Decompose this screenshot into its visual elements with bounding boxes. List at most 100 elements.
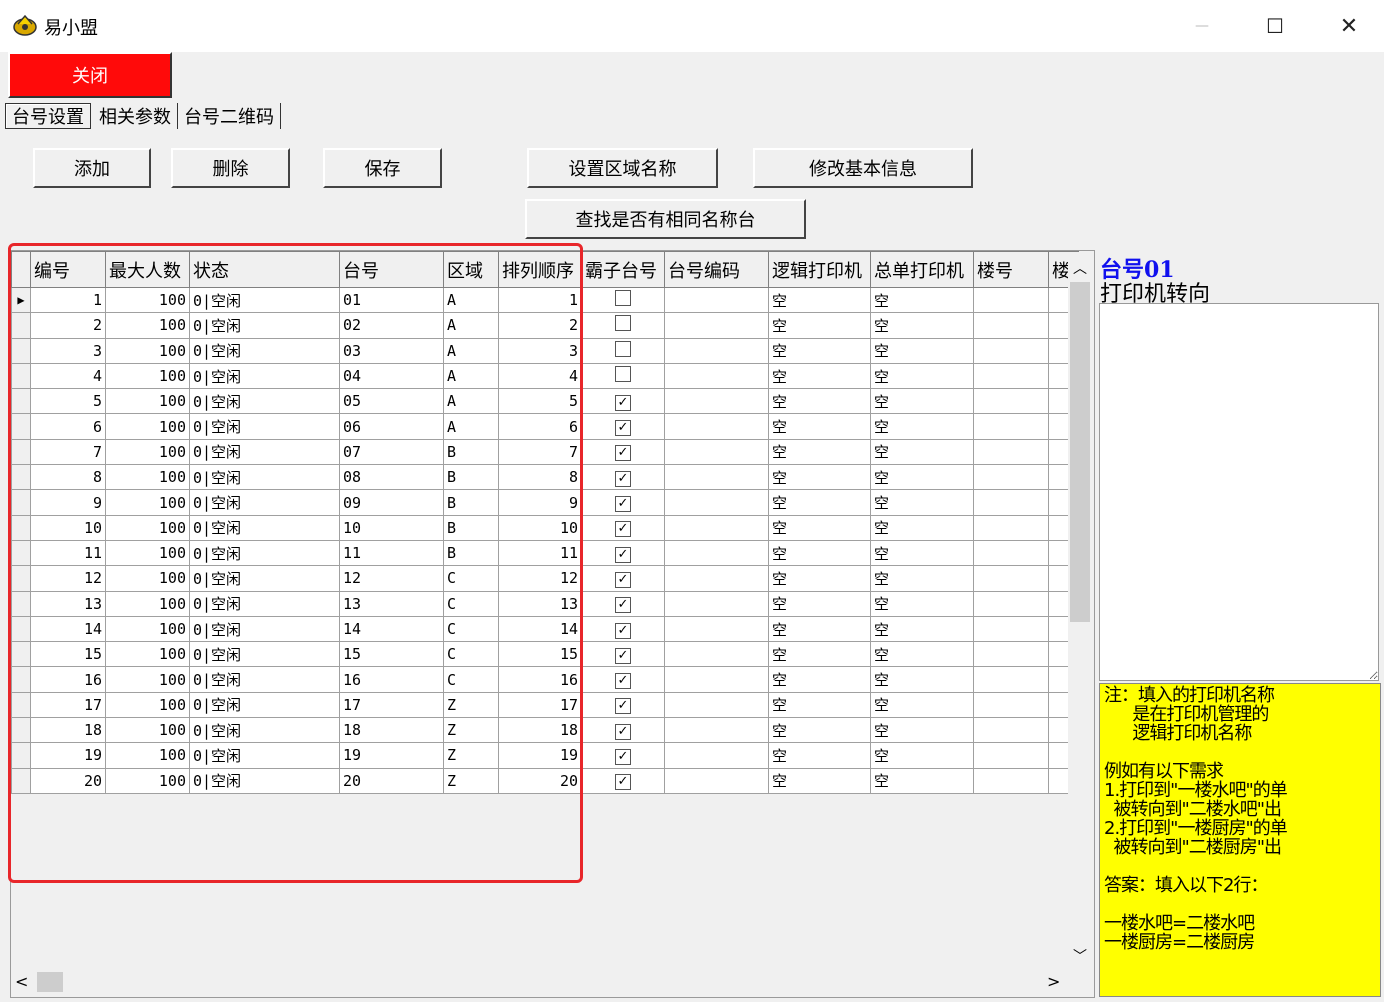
grid-cell[interactable]: 空 [870,413,974,440]
grid-cell[interactable]: 空 [870,565,974,592]
scroll-left-icon[interactable]: < [15,972,28,991]
column-header[interactable]: 总单打印机 [870,251,974,288]
grid-cell[interactable] [664,514,769,541]
grid-cell[interactable] [973,337,1049,364]
checkbox-unchecked-icon[interactable] [615,315,631,332]
grid-cell[interactable] [973,539,1049,567]
checkbox-cell[interactable]: ✓ [581,742,665,769]
scroll-right-icon[interactable]: > [1047,972,1060,991]
checkbox-cell[interactable]: ✓ [581,666,665,693]
grid-cell[interactable]: 空 [870,362,974,390]
grid-cell[interactable] [973,691,1049,719]
column-header[interactable]: 霸子台号 [581,251,665,288]
checkbox-cell[interactable]: ✓ [581,388,665,415]
checkbox-cell[interactable] [581,286,665,314]
set-area-name-button[interactable]: 设置区域名称 [527,148,718,188]
grid-cell[interactable] [664,590,769,617]
grid-cell[interactable] [973,464,1049,491]
grid-cell[interactable]: 空 [870,464,974,491]
grid-cell[interactable] [664,413,769,440]
grid-cell[interactable]: 空 [768,767,871,794]
grid-cell[interactable] [973,615,1049,643]
grid-cell[interactable] [973,413,1049,440]
grid-cell[interactable] [973,590,1049,617]
grid-cell[interactable] [664,464,769,491]
checkbox-unchecked-icon[interactable] [615,366,631,383]
grid-cell[interactable] [664,717,769,744]
grid-cell[interactable] [664,489,769,516]
grid-cell[interactable]: 空 [870,514,974,541]
checkbox-cell[interactable] [581,362,665,390]
vertical-scrollbar[interactable]: ︿ ﹀ [1068,252,1092,966]
grid-cell[interactable]: 空 [870,615,974,643]
checkbox-cell[interactable]: ✓ [581,539,665,567]
checkbox-cell[interactable]: ✓ [581,767,665,794]
grid-cell[interactable]: 空 [870,641,974,668]
grid-cell[interactable]: 空 [768,717,871,744]
checkbox-cell[interactable]: ✓ [581,590,665,617]
checkbox-unchecked-icon[interactable] [615,340,631,357]
tab-related-params[interactable]: 相关参数 [93,103,178,129]
grid-cell[interactable] [664,286,769,314]
grid-cell[interactable]: 空 [768,742,871,769]
grid-cell[interactable] [973,742,1049,769]
grid-cell[interactable]: 空 [870,312,974,339]
grid-cell[interactable]: 空 [768,438,871,466]
grid-cell[interactable]: 空 [768,691,871,719]
checkbox-checked-icon[interactable]: ✓ [615,748,631,765]
grid-cell[interactable]: 空 [768,464,871,491]
grid-cell[interactable]: 空 [768,489,871,516]
grid-cell[interactable]: 空 [768,413,871,440]
grid-cell[interactable] [664,641,769,668]
grid-cell[interactable] [664,312,769,339]
checkbox-checked-icon[interactable]: ✓ [615,394,631,411]
horizontal-scroll-thumb[interactable] [37,972,63,992]
grid-cell[interactable]: 空 [768,565,871,592]
checkbox-checked-icon[interactable]: ✓ [615,546,631,563]
grid-cell[interactable]: 空 [870,590,974,617]
delete-button[interactable]: 删除 [171,148,290,188]
column-header[interactable]: 台号编码 [664,251,769,288]
grid-cell[interactable] [973,641,1049,668]
checkbox-checked-icon[interactable]: ✓ [615,445,631,462]
checkbox-checked-icon[interactable]: ✓ [615,521,631,538]
grid-cell[interactable] [664,615,769,643]
grid-cell[interactable] [973,438,1049,466]
checkbox-checked-icon[interactable]: ✓ [615,647,631,664]
grid-cell[interactable]: 空 [870,742,974,769]
grid-cell[interactable]: 空 [768,388,871,415]
grid-cell[interactable]: 空 [768,362,871,390]
grid-cell[interactable]: 空 [768,539,871,567]
column-header[interactable]: 逻辑打印机 [768,251,871,288]
grid-cell[interactable] [973,666,1049,693]
checkbox-cell[interactable]: ✓ [581,489,665,516]
edit-basic-info-button[interactable]: 修改基本信息 [753,148,973,188]
checkbox-cell[interactable]: ✓ [581,514,665,541]
checkbox-checked-icon[interactable]: ✓ [615,673,631,690]
window-close-button[interactable]: ✕ [1312,0,1384,52]
minimize-button[interactable]: — [1165,0,1239,52]
tab-table-qrcode[interactable]: 台号二维码 [178,103,281,129]
checkbox-checked-icon[interactable]: ✓ [615,597,631,614]
grid-cell[interactable] [664,337,769,364]
checkbox-checked-icon[interactable]: ✓ [615,723,631,740]
close-button[interactable]: 关闭 [8,52,172,98]
grid-cell[interactable] [664,438,769,466]
grid-cell[interactable] [973,312,1049,339]
grid-cell[interactable] [973,565,1049,592]
grid-cell[interactable]: 空 [870,286,974,314]
grid-cell[interactable]: 空 [768,337,871,364]
grid-cell[interactable] [664,539,769,567]
grid-cell[interactable]: 空 [870,388,974,415]
grid-cell[interactable]: 空 [870,691,974,719]
grid-cell[interactable] [973,717,1049,744]
checkbox-cell[interactable] [581,337,665,364]
grid-cell[interactable] [664,362,769,390]
checkbox-unchecked-icon[interactable] [615,290,631,307]
grid-cell[interactable] [664,666,769,693]
add-button[interactable]: 添加 [33,148,151,188]
checkbox-checked-icon[interactable]: ✓ [615,698,631,715]
grid-cell[interactable]: 空 [870,717,974,744]
checkbox-checked-icon[interactable]: ✓ [615,774,631,791]
grid-cell[interactable] [664,742,769,769]
